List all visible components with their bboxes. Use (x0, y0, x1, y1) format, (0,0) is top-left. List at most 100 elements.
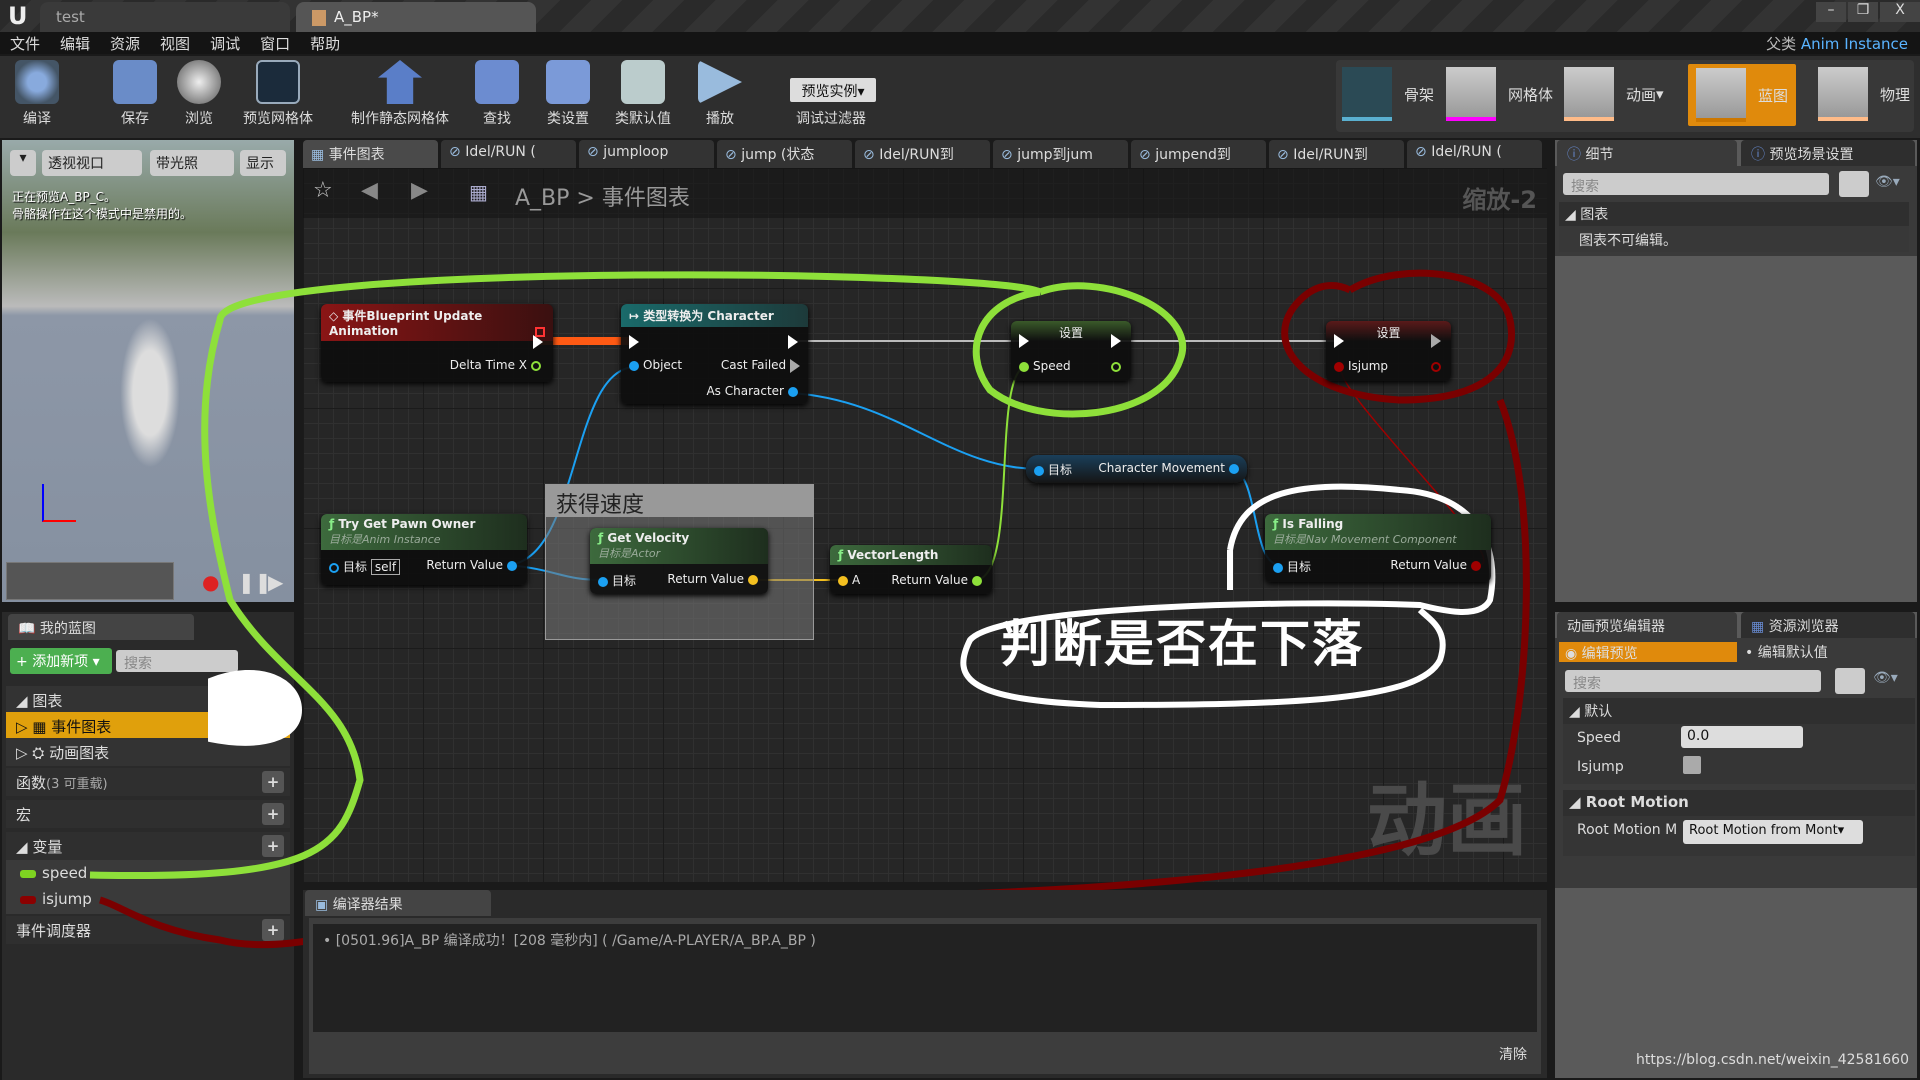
mode-animation[interactable]: 动画 ▾ (1564, 66, 1664, 122)
speed-input[interactable]: 0.0 (1681, 726, 1803, 748)
graph-tab[interactable]: ⊘ jumpend到 (1131, 140, 1266, 168)
object-pin[interactable] (329, 562, 339, 573)
back-arrow-icon[interactable]: ◀ (361, 178, 378, 203)
window-tab-a-bp[interactable]: A_BP* (296, 2, 536, 32)
minimize-button[interactable]: – (1816, 2, 1846, 22)
mode-physics[interactable]: 物理 (1818, 66, 1910, 122)
exec-out-pin[interactable] (1111, 333, 1121, 348)
node-try-get-pawn-owner[interactable]: ƒ Try Get Pawn Owner 目标是Anim Instance 目标 … (321, 514, 527, 585)
section-graph[interactable]: ◢ 图表 (1559, 202, 1909, 226)
isjump-checkbox[interactable] (1683, 756, 1701, 774)
mode-blueprint[interactable]: 蓝图 (1688, 64, 1797, 126)
menu-edit[interactable]: 编辑 (50, 32, 100, 55)
bool-pin[interactable] (1334, 361, 1344, 372)
section-macros[interactable]: 宏 + (6, 800, 290, 828)
bool-pin[interactable] (1471, 560, 1481, 571)
graph-tab[interactable]: ⊘ jump到jum (993, 140, 1128, 168)
exec-out-pin[interactable] (790, 358, 800, 373)
node-event-update-animation[interactable]: ◇ 事件Blueprint Update Animation Delta Tim… (321, 304, 553, 382)
section-default[interactable]: ◢ 默认 (1563, 698, 1915, 724)
perspective-button[interactable]: 透视视口 (42, 150, 142, 176)
object-pin[interactable] (788, 386, 798, 397)
graph-tab[interactable]: ⊘ jump (状态 (717, 140, 852, 168)
add-dispatcher-button[interactable]: + (262, 919, 284, 941)
lit-button[interactable]: 带光照 (150, 150, 234, 176)
tree-item-anim-graph[interactable]: ▷ ⛭ 动画图表 (6, 738, 290, 766)
record-icon[interactable]: ● (202, 570, 219, 594)
edit-preview-radio[interactable]: ◉ 编辑预览 (1559, 642, 1737, 662)
tree-item-event-graph[interactable]: ▷ ▦ 事件图表 (6, 712, 290, 740)
window-tab-test[interactable]: test (40, 2, 290, 32)
anim-preview-search-input[interactable]: 搜索 (1565, 670, 1821, 692)
anim-preview-tab[interactable]: 动画预览编辑器 (1557, 612, 1737, 638)
browse-button[interactable]: 浏览 (172, 60, 226, 128)
graph-tab[interactable]: ⊘ Idel/RUN ( (441, 140, 576, 168)
compile-button[interactable]: 编译 (8, 60, 66, 128)
bool-pin[interactable] (1431, 361, 1441, 372)
section-dispatchers[interactable]: 事件调度器 + (6, 916, 290, 944)
details-search-input[interactable]: 搜索 (1563, 173, 1829, 195)
node-get-character-movement[interactable]: 目标 Character Movement (1026, 455, 1247, 483)
menu-help[interactable]: 帮助 (300, 32, 350, 55)
edit-defaults-radio[interactable]: • 编辑默认值 (1745, 642, 1828, 662)
make-static-mesh-button[interactable]: 制作静态网格体 (344, 60, 456, 128)
view-options-grid-icon[interactable] (1835, 668, 1865, 694)
section-graphs[interactable]: ◢ 图表 (6, 686, 290, 714)
parent-class-link[interactable]: Anim Instance (1801, 35, 1908, 53)
details-tab[interactable]: ⓘ 细节 (1557, 140, 1737, 166)
exec-in-pin[interactable] (1019, 333, 1029, 348)
graph-tab[interactable]: ⊘ Idel/RUN ( (1407, 140, 1542, 168)
step-forward-icon[interactable]: ▶ (268, 570, 283, 594)
add-macro-button[interactable]: + (262, 803, 284, 825)
graph-tab[interactable]: ⊘ Idel/RUN到 (855, 140, 990, 168)
clear-button[interactable]: 清除 (1499, 1044, 1527, 1064)
object-pin[interactable] (1034, 465, 1044, 476)
debug-filter-dropdown[interactable]: 预览实例▾ (790, 78, 876, 102)
variable-speed[interactable]: speed (6, 860, 290, 888)
float-pin[interactable] (1019, 361, 1029, 372)
object-pin[interactable] (507, 560, 517, 571)
add-variable-button[interactable]: + (262, 835, 284, 857)
pause-icon[interactable]: ❚❚ (238, 570, 272, 594)
forward-arrow-icon[interactable]: ▶ (411, 178, 428, 203)
object-pin[interactable] (598, 576, 608, 587)
object-pin[interactable] (629, 360, 639, 371)
eye-visibility-icon[interactable]: 👁▾ (1875, 174, 1900, 190)
add-function-button[interactable]: + (262, 771, 284, 793)
menu-file[interactable]: 文件 (0, 32, 50, 55)
breadcrumb-root[interactable]: A_BP (515, 186, 569, 211)
exec-out-pin[interactable] (788, 334, 798, 349)
variable-isjump[interactable]: isjump (6, 886, 290, 914)
preview-scene-tab[interactable]: ⓘ 预览场景设置 (1741, 140, 1915, 166)
node-is-falling[interactable]: ƒ Is Falling 目标是Nav Movement Component 目标… (1265, 514, 1491, 582)
section-variables[interactable]: ◢ 变量 + (6, 832, 290, 860)
class-defaults-button[interactable]: 类默认值 (610, 60, 676, 128)
save-button[interactable]: 保存 (108, 60, 162, 128)
vector-pin[interactable] (748, 574, 758, 585)
class-settings-button[interactable]: 类设置 (540, 60, 596, 128)
menu-window[interactable]: 窗口 (250, 32, 300, 55)
exec-in-pin[interactable] (629, 334, 639, 349)
timeline-scrubber[interactable] (6, 562, 174, 600)
restore-button[interactable]: ❐ (1848, 2, 1878, 22)
menu-debug[interactable]: 调试 (200, 32, 250, 55)
object-pin[interactable] (1229, 463, 1239, 474)
float-pin[interactable] (1111, 361, 1121, 372)
preview-mesh-button[interactable]: 预览网格体 (236, 60, 320, 128)
view-options-grid-icon[interactable] (1839, 171, 1869, 197)
graph-tab[interactable]: ▦ 事件图表 (303, 140, 438, 168)
mode-mesh[interactable]: 网格体 (1446, 66, 1553, 122)
node-get-velocity[interactable]: ƒ Get Velocity 目标是Actor 目标 Return Value (590, 528, 768, 594)
exec-out-pin[interactable] (1431, 333, 1441, 348)
node-set-isjump[interactable]: 设置 Isjump (1326, 321, 1451, 381)
eye-visibility-icon[interactable]: 👁▾ (1873, 670, 1898, 686)
exec-out-pin[interactable] (533, 334, 543, 349)
my-blueprint-tab[interactable]: 📖 我的蓝图 (8, 614, 194, 640)
section-functions[interactable]: 函数(3 可重载) + (6, 768, 290, 796)
menu-view[interactable]: 视图 (150, 32, 200, 55)
preview-viewport[interactable]: ▾ 透视视口 带光照 显示 正在预览A_BP_C。 骨骼操作在这个模式中是禁用的。… (2, 140, 294, 602)
show-button[interactable]: 显示 (240, 150, 286, 176)
content-browser-tab[interactable]: ▦ 资源浏览器 (1741, 612, 1915, 638)
node-cast-to-character[interactable]: ↦ 类型转换为 Character Object Cast Failed As … (621, 304, 808, 404)
float-pin[interactable] (531, 360, 541, 371)
